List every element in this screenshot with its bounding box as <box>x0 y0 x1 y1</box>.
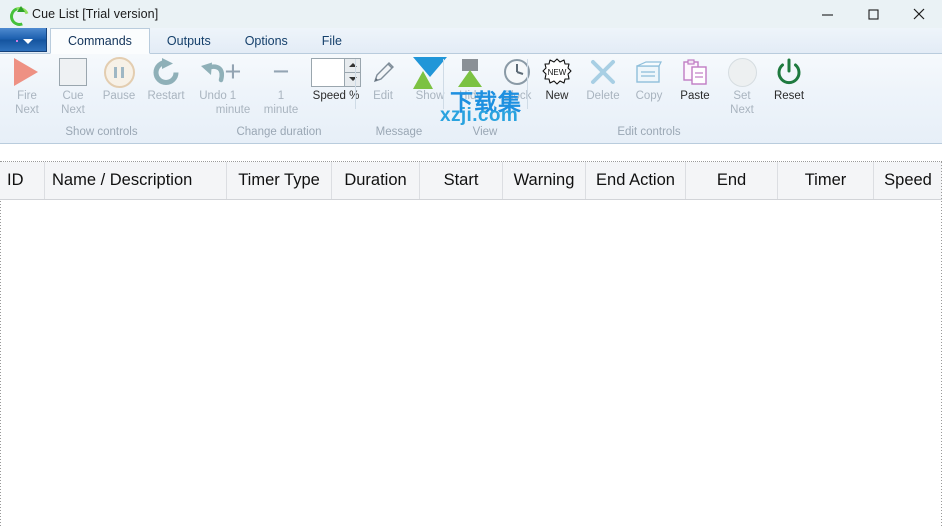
chevron-down-icon <box>23 39 33 44</box>
pause-button[interactable]: Pause <box>96 55 142 103</box>
group-label-view: View <box>472 126 498 138</box>
pause-label: Pause <box>102 90 136 102</box>
reset-button[interactable]: Reset <box>766 55 812 103</box>
fire-next-label-2: Next <box>15 103 39 116</box>
speed-percent-label: Speed % <box>312 90 360 102</box>
fire-next-button[interactable]: Fire Next <box>4 55 50 116</box>
ribbon-body: Fire Next Cue Next Pause Restart Undo Sh… <box>0 53 942 142</box>
quick-access-dot-icon <box>16 40 18 42</box>
cue-list-grid: ID Name / Description Timer Type Duratio… <box>0 161 942 527</box>
plus-icon: + <box>224 56 242 88</box>
svg-text:NEW: NEW <box>548 68 567 77</box>
new-burst-icon: NEW <box>542 55 572 89</box>
tab-outputs-label: Outputs <box>166 33 211 48</box>
delete-label: Delete <box>586 90 620 102</box>
add-minute-label-2: minute <box>215 103 251 116</box>
tab-file-label: File <box>321 33 342 48</box>
column-header-start[interactable]: Start <box>420 162 503 199</box>
tab-commands-label: Commands <box>68 34 132 48</box>
tab-options-label: Options <box>244 33 288 48</box>
ribbon-group-edit-controls: NEW New Delete Copy Paste Set Next Reset… <box>528 53 804 142</box>
tab-file[interactable]: File <box>305 28 359 53</box>
close-button[interactable] <box>896 0 942 28</box>
tab-options[interactable]: Options <box>228 28 305 53</box>
square-icon <box>59 55 87 89</box>
pause-circle-icon <box>103 55 135 89</box>
sub-minute-label-1: 1 <box>277 90 285 102</box>
ribbon-group-message: Edit Show Message <box>356 53 447 142</box>
hide-label: Hide <box>459 90 483 102</box>
column-header-timer[interactable]: Timer <box>778 162 874 199</box>
copy-icon <box>634 55 664 89</box>
set-next-label-1: Set <box>733 90 751 102</box>
pencil-icon <box>369 55 397 89</box>
clipboard-icon <box>681 55 709 89</box>
speed-percent-spinner[interactable] <box>311 57 361 87</box>
fire-next-label-1: Fire <box>17 90 37 102</box>
cue-next-button[interactable]: Cue Next <box>50 55 96 116</box>
group-label-message: Message <box>375 126 423 138</box>
tab-outputs[interactable]: Outputs <box>150 28 228 53</box>
subtract-one-minute-button[interactable]: − 1 minute <box>257 55 305 116</box>
x-cross-icon <box>589 55 617 89</box>
copy-button[interactable]: Copy <box>626 55 672 103</box>
window-title: Cue List [Trial version] <box>32 7 159 21</box>
cue-next-label-1: Cue <box>62 90 84 102</box>
add-minute-label-1: 1 <box>229 90 237 102</box>
column-header-name[interactable]: Name / Description <box>45 162 227 199</box>
minimize-button[interactable] <box>804 0 850 28</box>
speed-percent-input[interactable] <box>312 58 344 86</box>
cue-next-label-2: Next <box>61 103 85 116</box>
edit-message-button[interactable]: Edit <box>360 55 406 103</box>
sub-minute-label-2: minute <box>263 103 299 116</box>
number-spinner-icon <box>311 55 361 89</box>
column-header-id[interactable]: ID <box>0 162 45 199</box>
ribbon: Commands Outputs Options File Fire Next <box>0 28 942 144</box>
quick-access-dropdown-button[interactable] <box>0 28 47 52</box>
restart-label: Restart <box>147 90 185 102</box>
new-button[interactable]: NEW New <box>534 55 580 103</box>
column-header-warning[interactable]: Warning <box>503 162 586 199</box>
group-label-change-duration: Change duration <box>236 126 322 138</box>
app-refresh-icon <box>6 3 33 30</box>
power-icon <box>775 55 803 89</box>
group-label-show-controls: Show controls <box>65 126 138 138</box>
reset-label: Reset <box>773 90 805 102</box>
column-header-end-action[interactable]: End Action <box>586 162 686 199</box>
paste-button[interactable]: Paste <box>672 55 718 103</box>
group-label-edit-controls: Edit controls <box>617 126 681 138</box>
grid-body-empty[interactable] <box>1 200 941 527</box>
restart-circle-icon <box>151 55 181 89</box>
ribbon-group-change-duration: + 1 minute − 1 minute Speed % Change dur… <box>203 53 361 142</box>
minus-icon: − <box>272 56 290 88</box>
add-one-minute-button[interactable]: + 1 minute <box>209 55 257 116</box>
column-header-timer-type[interactable]: Timer Type <box>227 162 332 199</box>
new-label: New <box>545 90 569 102</box>
cue-list-window: Cue List [Trial version] Commands Output… <box>0 0 942 527</box>
hide-button[interactable]: Hide <box>448 55 494 103</box>
ribbon-tab-strip: Commands Outputs Options File <box>0 28 942 54</box>
window-controls <box>804 0 942 28</box>
ribbon-tabs: Commands Outputs Options File <box>50 28 359 54</box>
circle-icon <box>727 55 757 89</box>
paste-label: Paste <box>680 90 710 102</box>
restart-button[interactable]: Restart <box>142 55 190 103</box>
maximize-button[interactable] <box>850 0 896 28</box>
column-header-duration[interactable]: Duration <box>332 162 420 199</box>
grid-header-row: ID Name / Description Timer Type Duratio… <box>0 162 942 200</box>
edit-label: Edit <box>373 90 393 102</box>
ribbon-group-view: Hide Clock View <box>444 53 531 142</box>
set-next-label-2: Next <box>730 103 754 116</box>
delete-button[interactable]: Delete <box>580 55 626 103</box>
play-triangle-icon <box>14 55 38 89</box>
set-next-button[interactable]: Set Next <box>718 55 766 116</box>
column-header-end[interactable]: End <box>686 162 778 199</box>
copy-label: Copy <box>635 90 663 102</box>
title-bar: Cue List [Trial version] <box>0 0 942 30</box>
up-arrow-icon <box>456 55 486 89</box>
ribbon-group-show-controls: Fire Next Cue Next Pause Restart Undo Sh… <box>0 53 227 142</box>
column-header-speed[interactable]: Speed <box>874 162 942 199</box>
show-label: Show <box>415 90 445 102</box>
tab-commands[interactable]: Commands <box>50 28 150 54</box>
